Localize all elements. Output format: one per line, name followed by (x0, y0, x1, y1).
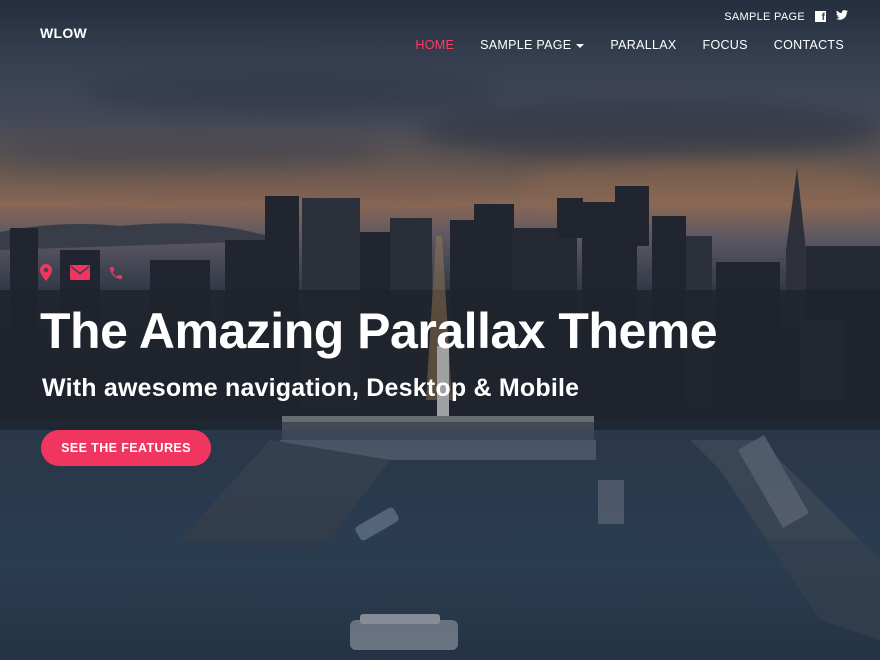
top-utility-bar: SAMPLE PAGE f (724, 10, 848, 23)
nav-item-home[interactable]: HOME (415, 38, 454, 52)
location-pin-icon[interactable] (40, 264, 52, 281)
see-features-button[interactable]: SEE THE FEATURES (41, 430, 211, 466)
chevron-down-icon (576, 44, 585, 48)
nav-item-contacts[interactable]: CONTACTS (774, 38, 844, 52)
facebook-icon[interactable]: f (815, 10, 826, 23)
nav-item-label: FOCUS (702, 38, 748, 52)
contact-icons (40, 264, 124, 281)
hero-section: WLOW SAMPLE PAGE f HOME SAMPLE PAGE PARA… (0, 0, 880, 660)
phone-icon[interactable] (108, 265, 124, 281)
nav-item-label: CONTACTS (773, 38, 844, 52)
main-navigation: HOME SAMPLE PAGE PARALLAX FOCUS CONTACTS (415, 38, 844, 52)
nav-item-label: HOME (415, 38, 455, 52)
hero-subtitle: With awesome navigation, Desktop & Mobil… (42, 374, 580, 402)
envelope-icon[interactable] (70, 265, 90, 280)
nav-item-label: PARALLAX (610, 38, 677, 52)
nav-item-focus[interactable]: FOCUS (703, 38, 748, 52)
top-sample-page-link[interactable]: SAMPLE PAGE (724, 11, 805, 23)
nav-item-sample-page[interactable]: SAMPLE PAGE (480, 38, 585, 52)
site-logo[interactable]: WLOW (40, 25, 87, 41)
nav-item-label: SAMPLE PAGE (480, 38, 572, 52)
hero-title: The Amazing Parallax Theme (40, 303, 718, 359)
twitter-icon[interactable] (836, 10, 848, 23)
nav-item-parallax[interactable]: PARALLAX (610, 38, 676, 52)
